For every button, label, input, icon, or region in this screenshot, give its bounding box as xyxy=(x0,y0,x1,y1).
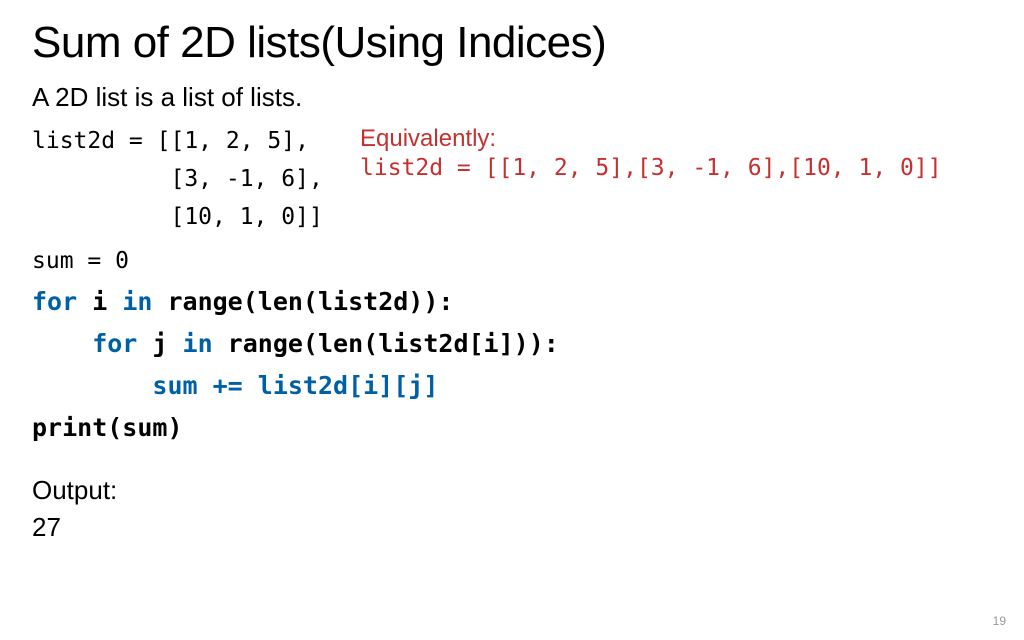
equivalently-label: Equivalently: xyxy=(360,125,992,153)
output-label: Output: xyxy=(32,475,992,506)
keyword-for: for xyxy=(32,287,77,316)
code-text: i xyxy=(77,287,122,316)
code-line-sum-accum: sum += list2d[i][j] xyxy=(32,365,992,407)
slide-subtitle: A 2D list is a list of lists. xyxy=(32,82,992,113)
keyword-for: for xyxy=(32,329,137,358)
code-text: range(len(list2d)): xyxy=(152,287,453,316)
code-line-1: list2d = [[1, 2, 5], xyxy=(32,123,332,161)
equivalently-code: list2d = [[1, 2, 5],[3, -1, 6],[10, 1, 0… xyxy=(360,155,992,181)
slide-title: Sum of 2D lists(Using Indices) xyxy=(32,18,992,68)
page-number: 19 xyxy=(993,614,1006,628)
right-column: Equivalently: list2d = [[1, 2, 5],[3, -1… xyxy=(360,123,992,237)
code-line-3: [10, 1, 0]] xyxy=(32,199,332,237)
code-line-for-i: for i in range(len(list2d)): xyxy=(32,281,992,323)
code-line-2: [3, -1, 6], xyxy=(32,161,332,199)
output-value: 27 xyxy=(32,512,992,543)
keyword-in: in xyxy=(122,287,152,316)
content-columns: list2d = [[1, 2, 5], [3, -1, 6], [10, 1,… xyxy=(32,123,992,237)
keyword-in: in xyxy=(183,329,213,358)
code-line-print: print(sum) xyxy=(32,407,992,449)
code-line-sum-init: sum = 0 xyxy=(32,243,992,281)
code-line-for-j: for j in range(len(list2d[i])): xyxy=(32,323,992,365)
code-text: j xyxy=(137,329,182,358)
left-column: list2d = [[1, 2, 5], [3, -1, 6], [10, 1,… xyxy=(32,123,332,237)
code-text: range(len(list2d[i])): xyxy=(213,329,559,358)
